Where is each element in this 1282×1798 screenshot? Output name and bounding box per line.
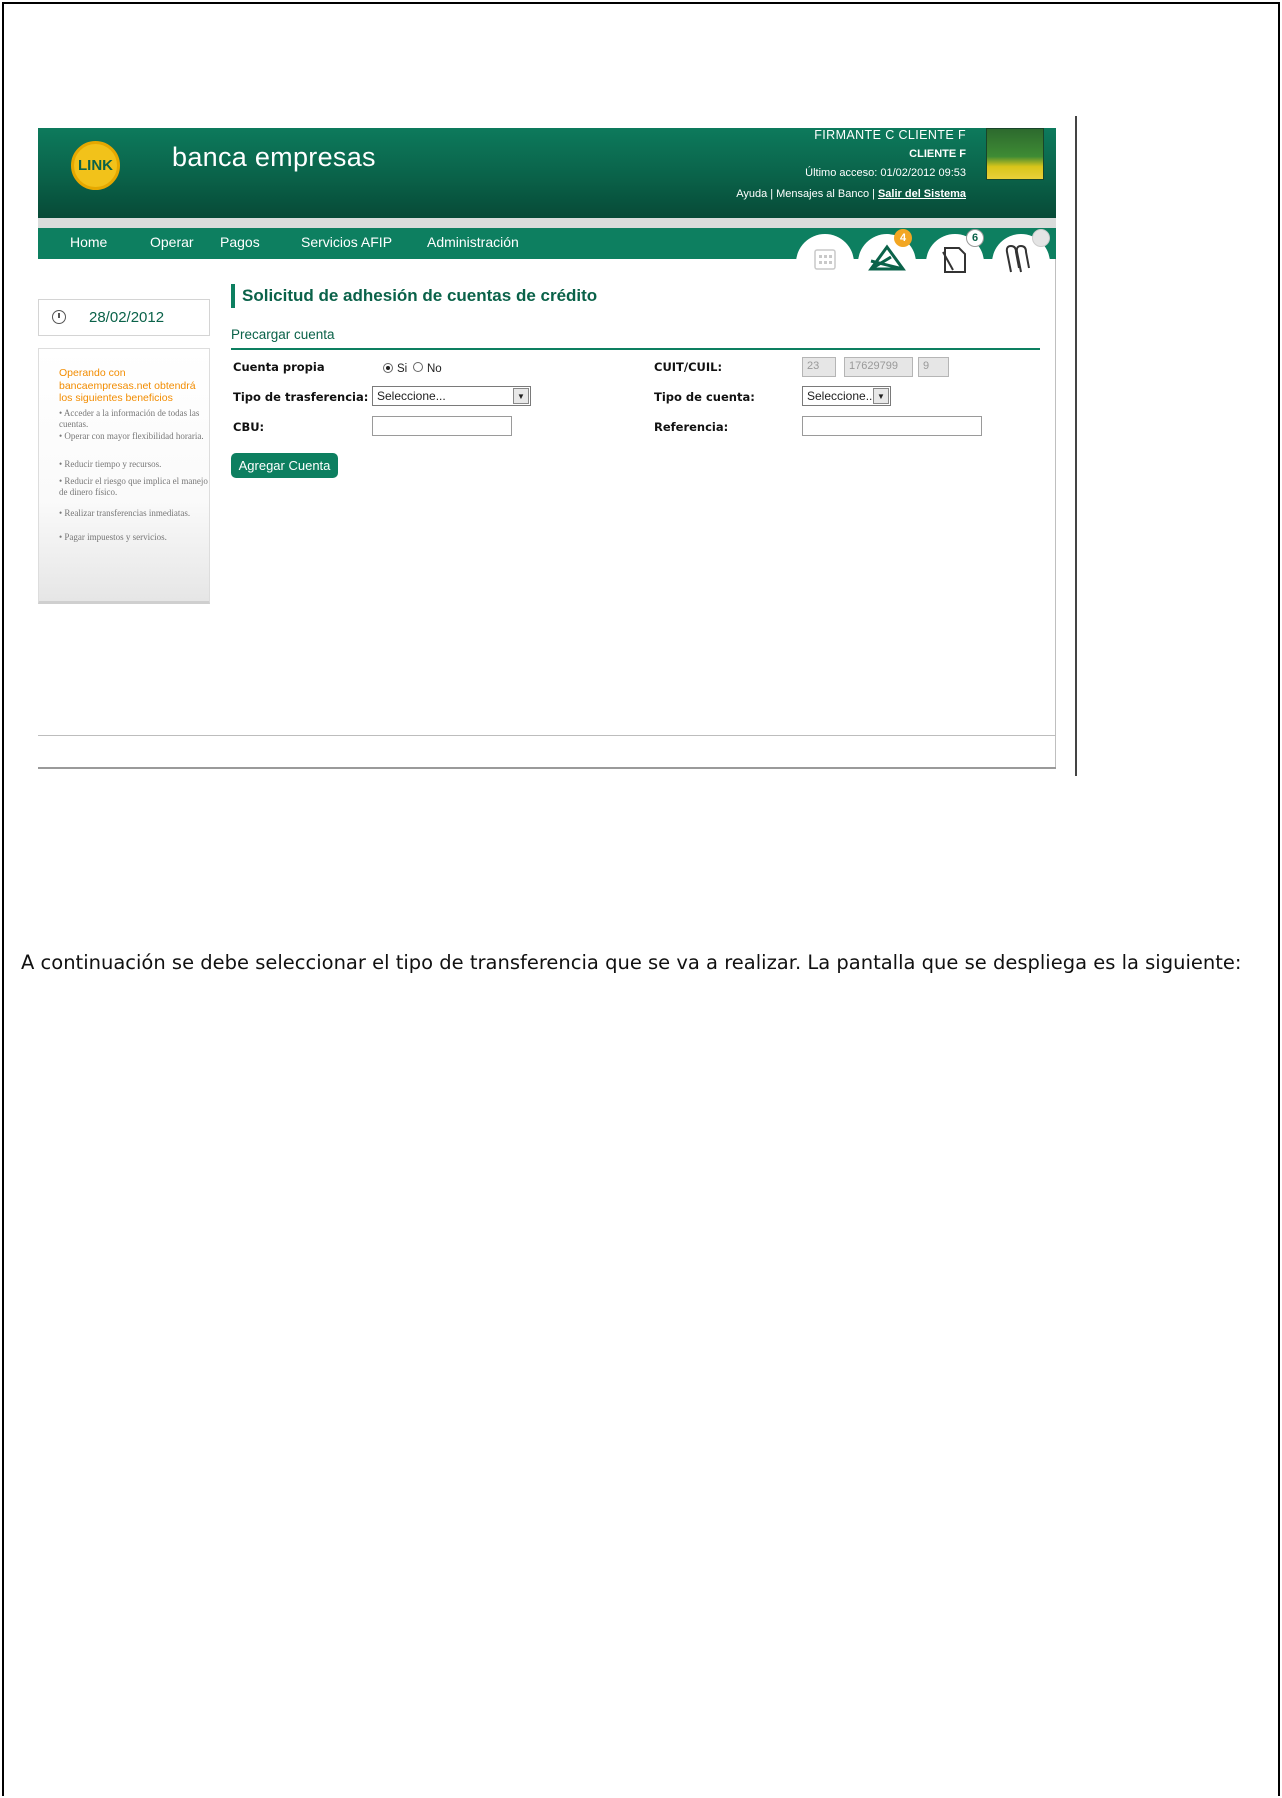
nav-item-servicios-afip[interactable]: Servicios AFIP [301,234,392,250]
benefit-item: Reducir el riesgo que implica el manejo … [59,476,209,497]
page-title: Solicitud de adhesión de cuentas de créd… [242,286,598,305]
transfer-type-select[interactable]: Seleccione... ▼ [372,386,531,406]
user-name: FIRMANTE C CLIENTE F [814,128,966,142]
app-screenshot: LINK banca empresas FIRMANTE C CLIENTE F… [38,128,1056,769]
clock-icon [52,310,66,324]
add-account-button[interactable]: Agregar Cuenta [231,453,338,478]
benefit-item: Acceder a la información de todas las cu… [59,408,209,429]
nav-item-home[interactable]: Home [70,234,107,250]
document-paragraph: A continuación se debe seleccionar el ti… [21,951,1242,974]
account-type-value: Seleccione... [807,389,876,403]
benefits-title: Operando con bancaempresas.net obtendrá … [59,367,196,404]
own-account-no-label: No [427,363,442,375]
benefit-item: Reducir tiempo y recursos. [59,459,209,470]
reference-input[interactable] [802,416,982,436]
benefits-panel: Operando con bancaempresas.net obtendrá … [38,348,210,604]
messages-badge: 4 [894,229,912,247]
cuit-label: CUIT/CUIL: [654,360,723,374]
cuit-prefix-field[interactable]: 23 [802,357,836,377]
footer-bottom-border [38,767,1056,769]
current-date: 28/02/2012 [89,309,165,326]
header-links: Ayuda | Mensajes al Banco | Salir del Sistem… [736,188,966,200]
nav-item-operar[interactable]: Operar [150,234,194,250]
footer-divider [38,735,1056,736]
nav-item-pagos[interactable]: Pagos [220,234,260,250]
scrollbar-edge [1075,116,1077,776]
own-account-yes-label: Si [397,363,408,375]
cbu-input[interactable] [372,416,512,436]
own-account-yes-radio[interactable] [383,363,393,373]
account-type-label: Tipo de cuenta: [654,390,755,404]
last-access: Último acceso: 01/02/2012 09:53 [805,167,966,179]
messages-link[interactable]: Mensajes al Banco [776,188,869,200]
help-link[interactable]: Ayuda [736,188,767,200]
brand-title: banca empresas [172,142,376,172]
nav-item-administracion[interactable]: Administración [427,234,519,250]
reference-label: Referencia: [654,420,729,434]
account-type-select[interactable]: Seleccione... ▼ [802,386,891,406]
link-separator: | [872,188,875,200]
client-name: CLIENTE F [909,148,966,160]
title-accent [231,284,235,308]
link-separator: | [770,188,774,200]
attachments-badge [1032,229,1050,247]
chevron-down-icon[interactable]: ▼ [873,388,889,404]
cuit-number-field[interactable]: 17629799 [844,357,913,377]
transfer-type-label: Tipo de trasferencia: [233,390,369,404]
documents-badge: 6 [966,229,984,247]
link-logo[interactable]: LINK [71,141,120,190]
section-divider [231,348,1040,350]
cbu-label: CBU: [233,420,265,434]
chevron-down-icon[interactable]: ▼ [513,388,529,404]
benefit-item: Pagar impuestos y servicios. [59,532,209,543]
app-header: LINK banca empresas FIRMANTE C CLIENTE F… [38,128,1056,218]
benefit-item: Realizar transferencias inmediatas. [59,508,209,519]
own-account-no-radio[interactable] [413,362,423,372]
logout-link[interactable]: Salir del Sistema [878,188,966,200]
section-subtitle: Precargar cuenta [231,327,335,342]
date-panel: 28/02/2012 [38,299,210,336]
logo-text: LINK [78,157,113,174]
user-avatar [986,128,1044,180]
own-account-label: Cuenta propia [233,360,325,374]
benefit-item: Operar con mayor flexibilidad horaria. [59,431,209,442]
cuit-suffix-field[interactable]: 9 [918,357,949,377]
transfer-type-value: Seleccione... [377,389,446,403]
content-area: 28/02/2012 Operando con bancaempresas.ne… [38,259,1056,769]
